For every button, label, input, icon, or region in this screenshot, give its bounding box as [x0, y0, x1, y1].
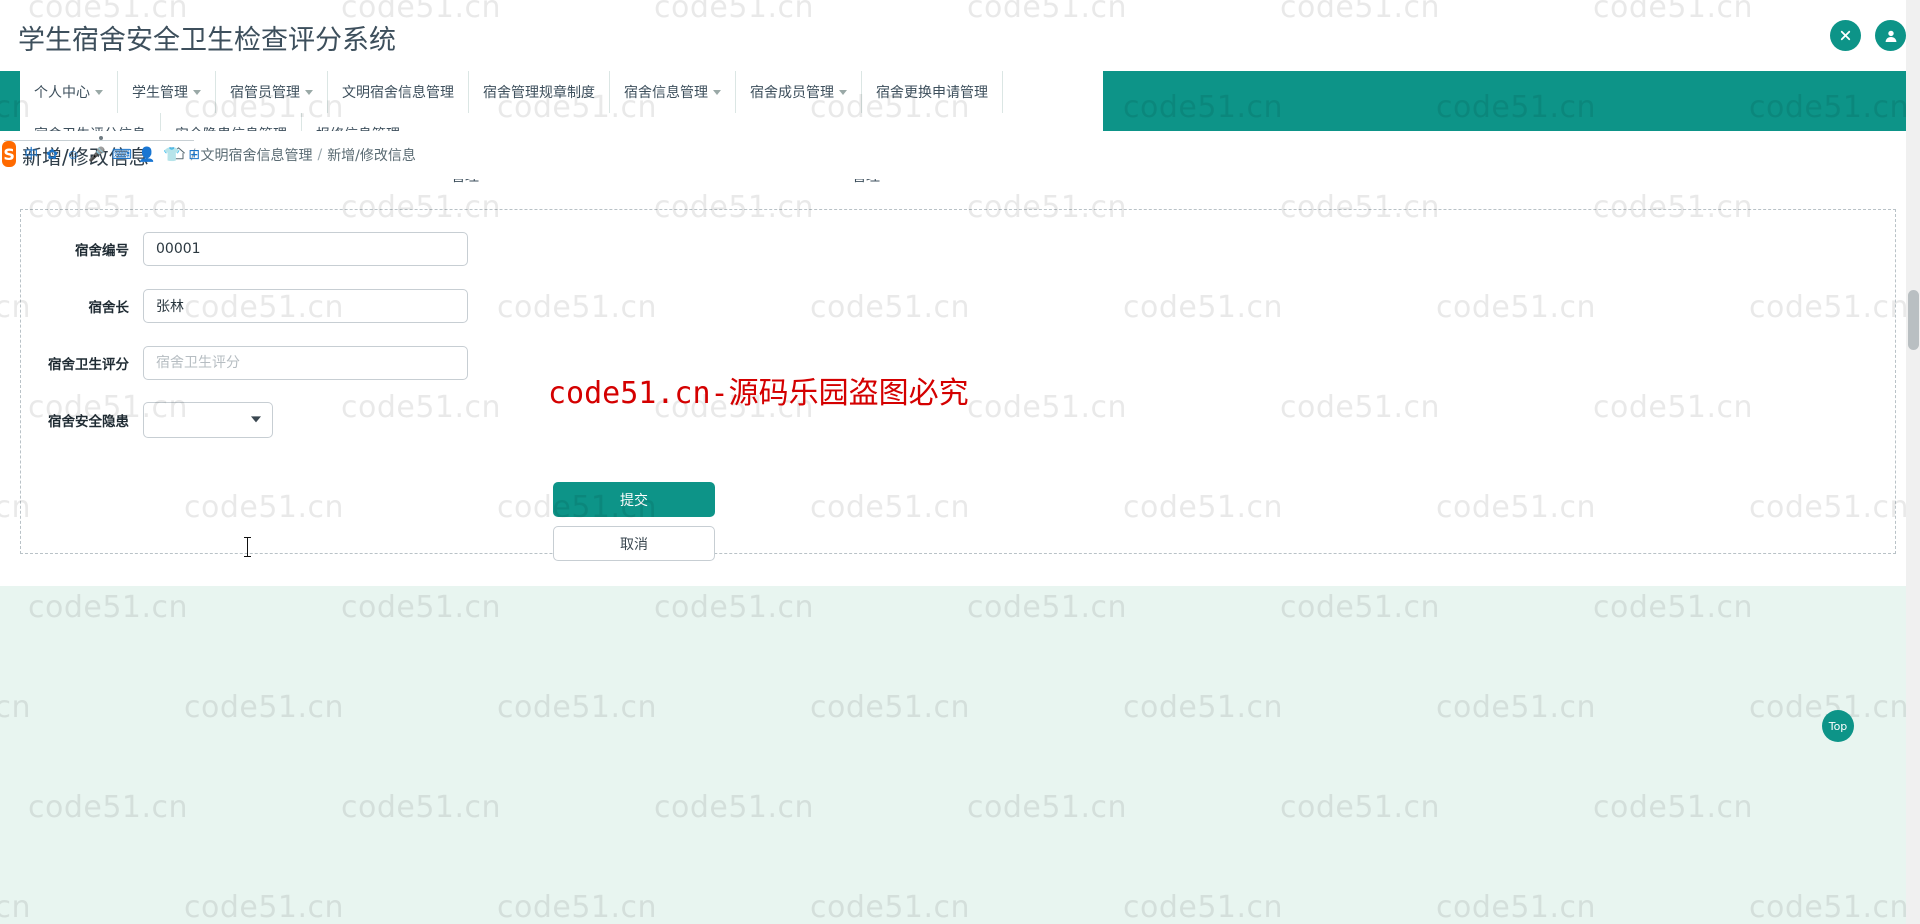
chevron-down-icon [193, 89, 201, 95]
ime-toolbox-icon[interactable]: ⊞ [188, 146, 200, 163]
submit-button[interactable]: 提交 [553, 482, 715, 517]
page-titlebar: 新增/修改信息 / 文明宿舍信息管理 / 新增/修改信息 [0, 131, 1920, 179]
chevron-down-icon [839, 89, 847, 95]
ime-emoji-icon[interactable]: ☺ [66, 146, 80, 163]
ime-keyboard-icon[interactable]: ⌨ [112, 146, 132, 163]
breadcrumb-item-0[interactable]: 文明宿舍信息管理 [200, 145, 312, 165]
safety-hazard-select-wrap[interactable] [143, 402, 273, 438]
sogou-logo-icon[interactable]: S [2, 141, 17, 167]
nav-item-1[interactable]: 学生管理 [118, 71, 216, 113]
form-row-dorm-number: 宿舍编号 [43, 232, 468, 266]
breadcrumb-item-1: 新增/修改信息 [327, 148, 416, 164]
nav-item-5[interactable]: 宿舍信息管理 [610, 71, 736, 113]
ime-skin-icon[interactable]: 👕 [163, 146, 180, 163]
nav-item-4[interactable]: 宿舍管理规章制度 [469, 71, 610, 113]
nav-item-label: 宿舍成员管理 [750, 85, 834, 101]
app-header: 学生宿舍安全卫生检查评分系统 [0, 0, 1920, 71]
dorm-leader-input[interactable] [143, 289, 468, 323]
nav-item-label: 宿管员管理 [230, 85, 300, 101]
chevron-down-icon [713, 89, 721, 95]
nav-item-2[interactable]: 宿管员管理 [216, 71, 328, 113]
nav-item-label: 文明宿舍信息管理 [342, 85, 454, 101]
nav-item-label: 学生管理 [132, 85, 188, 101]
form-row-hygiene-score: 宿舍卫生评分 [43, 346, 468, 380]
nav-item-3[interactable]: 文明宿舍信息管理 [328, 71, 469, 113]
ime-mic-icon[interactable]: 🎤 [88, 146, 105, 163]
label-dorm-leader: 宿舍长 [88, 300, 130, 316]
nav-item-6[interactable]: 宿舍成员管理 [736, 71, 862, 113]
form-row-dorm-leader: 宿舍长 [43, 289, 468, 323]
watermark-red: code51.cn-源码乐园盗图必究 [548, 376, 969, 411]
header-icon-group [1830, 20, 1906, 51]
cancel-button[interactable]: 取消 [553, 526, 715, 561]
chevron-down-icon [95, 89, 103, 95]
ime-dot-icon [99, 136, 103, 140]
nav-item-label: 宿舍信息管理 [624, 85, 708, 101]
nav-item-label: 个人中心 [34, 85, 90, 101]
ime-toolbar[interactable]: S 中 ✿ ☺ 🎤 ⌨ 👤 👕 ⊞ [0, 136, 200, 172]
nav-item-label: 宿舍更换申请管理 [876, 85, 988, 101]
chevron-down-icon [305, 89, 313, 95]
breadcrumb: / 文明宿舍信息管理 / 新增/修改信息 [171, 145, 416, 165]
dorm-number-input[interactable] [143, 232, 468, 266]
breadcrumb-separator-2: / [317, 147, 323, 163]
label-dorm-number: 宿舍编号 [75, 243, 129, 259]
page-scrollbar[interactable] [1906, 0, 1920, 924]
form-row-safety-hazard: 宿舍安全隐患 [43, 402, 273, 438]
text-cursor-icon [244, 537, 251, 557]
user-avatar-icon[interactable] [1875, 20, 1906, 51]
nav-item-7[interactable]: 宿舍更换申请管理 [862, 71, 1003, 113]
ime-account-icon[interactable]: 👤 [138, 146, 155, 163]
ime-chinese-mode-icon[interactable]: 中 [24, 146, 38, 163]
hygiene-score-input[interactable] [143, 346, 468, 380]
app-title: 学生宿舍安全卫生检查评分系统 [18, 25, 396, 56]
label-hygiene-score: 宿舍卫生评分 [48, 357, 129, 373]
close-circle-icon[interactable] [1830, 20, 1861, 51]
nav-item-label: 宿舍管理规章制度 [483, 85, 595, 101]
footer-band [0, 586, 1920, 924]
nav-item-0[interactable]: 个人中心 [20, 71, 118, 113]
safety-hazard-select[interactable] [143, 402, 273, 438]
page-scrollbar-thumb[interactable] [1908, 290, 1919, 350]
ime-flower-icon[interactable]: ✿ [46, 146, 58, 163]
back-to-top-button[interactable]: Top [1822, 710, 1854, 742]
ime-divider [4, 140, 194, 141]
label-safety-hazard: 宿舍安全隐患 [48, 414, 129, 430]
